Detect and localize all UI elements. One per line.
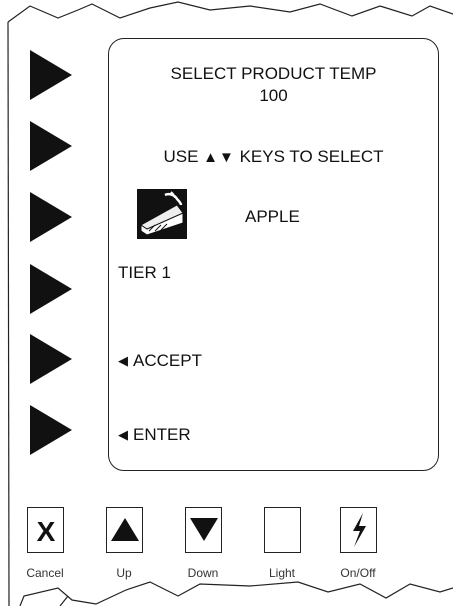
cancel-label: Cancel	[26, 566, 64, 580]
left-arrow-icon: ◀	[118, 353, 128, 368]
screen-title: SELECT PRODUCT TEMP	[170, 64, 377, 83]
side-key-5[interactable]	[30, 334, 72, 384]
accept-label: ACCEPT	[133, 351, 202, 370]
lightning-bolt-icon	[352, 513, 366, 547]
right-triangle-icon	[30, 192, 72, 242]
up-triangle-icon	[110, 518, 139, 541]
power-label: On/Off	[340, 566, 376, 580]
side-key-3[interactable]	[30, 192, 72, 242]
side-key-4[interactable]	[30, 264, 72, 314]
instruction-text: USE ▲▼ KEYS TO SELECT	[109, 147, 438, 168]
side-key-2[interactable]	[30, 121, 72, 171]
left-arrow-icon: ◀	[118, 427, 128, 442]
accept-soft-key[interactable]: ◀ ACCEPT	[118, 351, 202, 372]
instruction-prefix: USE	[163, 147, 199, 166]
side-key-1[interactable]	[30, 50, 72, 100]
down-triangle-icon	[189, 518, 218, 541]
instruction-suffix: KEYS TO SELECT	[239, 147, 384, 166]
cancel-button[interactable]: X	[27, 507, 64, 553]
temperature-value: 100	[259, 86, 288, 105]
pie-slice-icon	[137, 189, 187, 239]
svg-text:X: X	[36, 516, 55, 547]
right-triangle-icon	[30, 334, 72, 384]
up-label: Up	[116, 566, 132, 580]
right-triangle-icon	[30, 264, 72, 314]
right-triangle-icon	[30, 50, 72, 100]
light-button[interactable]	[264, 507, 301, 553]
tier-label: TIER 1	[118, 263, 171, 282]
enter-label: ENTER	[133, 425, 191, 444]
up-button[interactable]	[106, 507, 143, 553]
enter-soft-key[interactable]: ◀ ENTER	[118, 425, 191, 446]
side-key-6[interactable]	[30, 405, 72, 455]
right-triangle-icon	[30, 121, 72, 171]
down-label: Down	[187, 566, 219, 580]
display-screen: SELECT PRODUCT TEMP 100 USE ▲▼ KEYS TO S…	[108, 38, 439, 471]
power-button[interactable]	[340, 507, 377, 553]
product-name: APPLE	[245, 207, 300, 226]
x-icon: X	[36, 516, 55, 547]
light-label: Light	[268, 566, 296, 580]
down-button[interactable]	[185, 507, 222, 553]
up-down-arrows-icon: ▲▼	[203, 149, 235, 166]
right-triangle-icon	[30, 405, 72, 455]
